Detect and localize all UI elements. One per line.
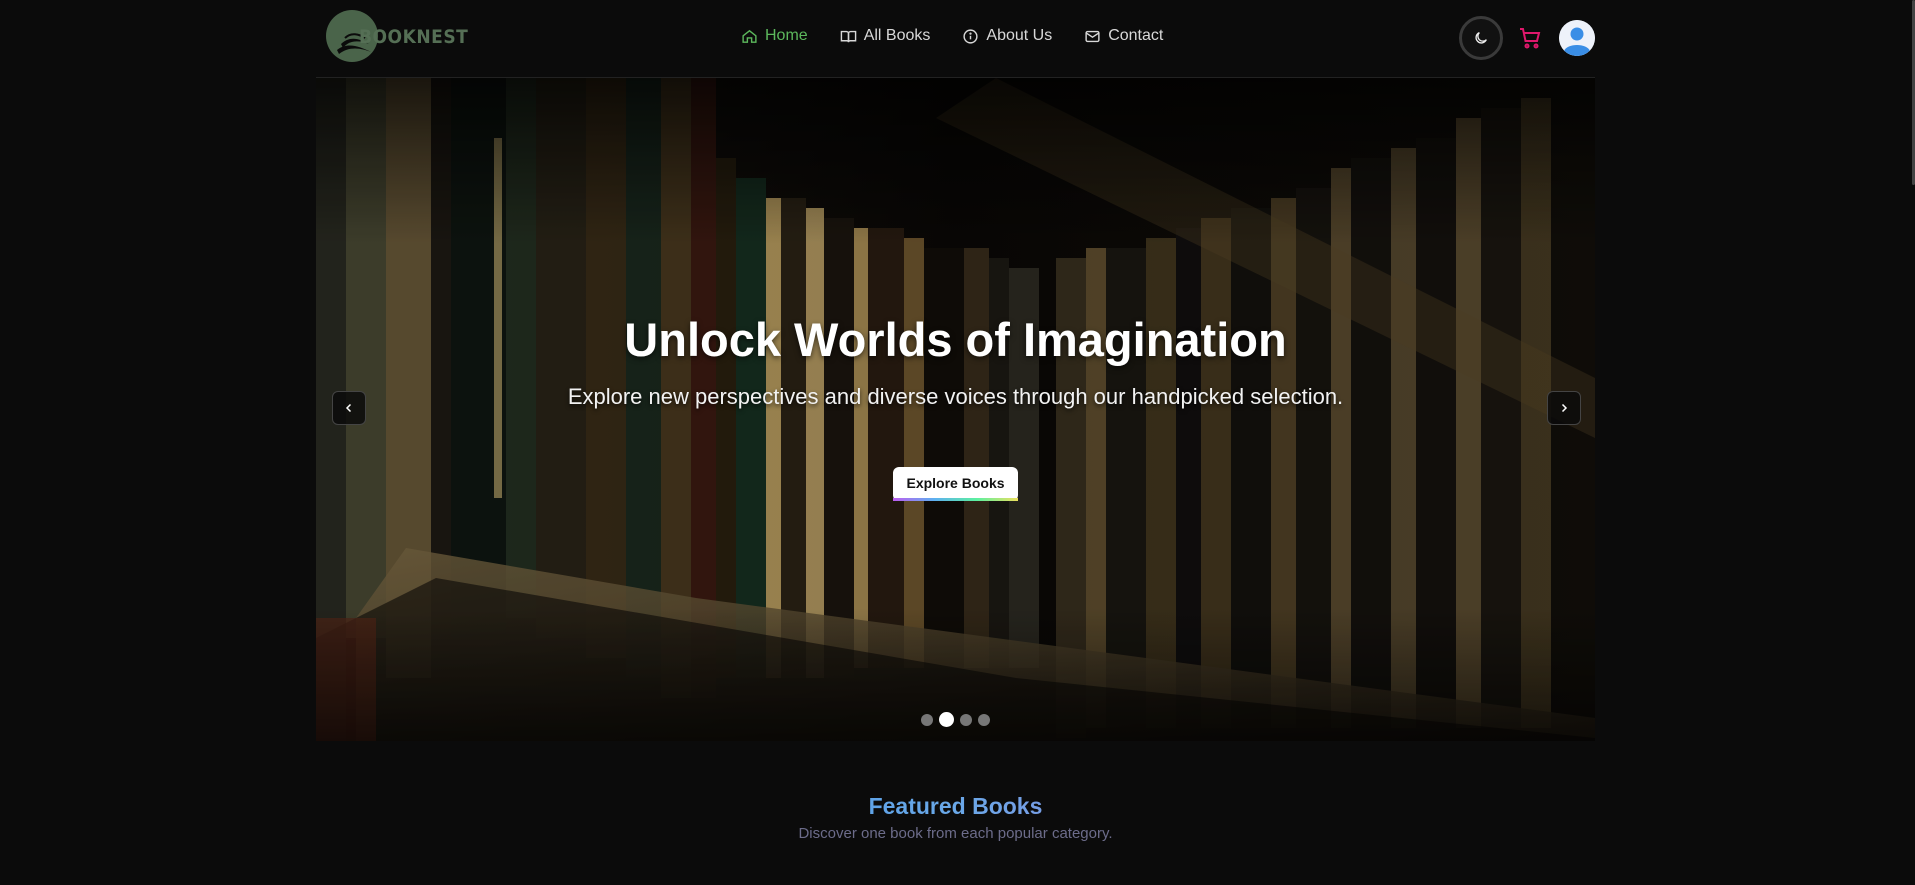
navbar: BOOKNEST Home All Books About Us Contact bbox=[316, 0, 1595, 78]
brand-logo[interactable]: BOOKNEST bbox=[325, 6, 468, 66]
theme-toggle-button[interactable] bbox=[1459, 16, 1503, 60]
carousel-dot-2[interactable] bbox=[939, 712, 954, 727]
nav-link-home[interactable]: Home bbox=[741, 27, 808, 45]
carousel-dot-3[interactable] bbox=[960, 713, 972, 726]
nav-link-all-books[interactable]: All Books bbox=[840, 27, 931, 45]
nav-link-label: All Books bbox=[863, 27, 931, 44]
book-icon bbox=[840, 30, 856, 42]
brand-name: BOOKNEST bbox=[359, 26, 469, 48]
user-avatar-icon bbox=[1559, 20, 1595, 56]
nav-link-contact[interactable]: Contact bbox=[1084, 27, 1163, 45]
hero-title: Unlock Worlds of Imagination bbox=[624, 313, 1287, 366]
nav-actions bbox=[1459, 16, 1595, 60]
explore-books-button[interactable]: Explore Books bbox=[893, 467, 1018, 501]
carousel-prev-button[interactable] bbox=[332, 391, 366, 425]
carousel-dot-4[interactable] bbox=[978, 713, 990, 726]
hero-carousel: Unlock Worlds of Imagination Explore new… bbox=[316, 78, 1595, 741]
hero-subtitle: Explore new perspectives and diverse voi… bbox=[567, 384, 1344, 409]
nav-link-label: About Us bbox=[986, 27, 1053, 44]
nav-link-label: Home bbox=[765, 27, 808, 44]
carousel-next-button[interactable] bbox=[1547, 391, 1581, 425]
user-avatar[interactable] bbox=[1559, 20, 1595, 56]
nav-menu: Home All Books About Us Contact bbox=[741, 27, 1195, 45]
page-container: BOOKNEST Home All Books About Us Contact bbox=[316, 0, 1595, 842]
nav-link-about[interactable]: About Us bbox=[962, 27, 1052, 45]
info-icon bbox=[963, 28, 978, 44]
chevron-left-icon bbox=[345, 403, 352, 413]
featured-books-subtitle: Discover one book from each popular cate… bbox=[798, 825, 1113, 842]
cart-button[interactable] bbox=[1515, 23, 1545, 53]
carousel-indicators bbox=[316, 712, 1595, 727]
page-scrollbar[interactable] bbox=[1911, 0, 1915, 885]
cart-icon bbox=[1520, 28, 1541, 49]
nav-link-label: Contact bbox=[1108, 27, 1164, 44]
home-icon bbox=[742, 29, 757, 43]
carousel-dot-1[interactable] bbox=[921, 713, 933, 726]
chevron-right-icon bbox=[1561, 403, 1568, 413]
mail-icon bbox=[1085, 30, 1100, 42]
moon-icon bbox=[1475, 32, 1487, 44]
featured-books-heading: Featured Books bbox=[316, 793, 1595, 820]
